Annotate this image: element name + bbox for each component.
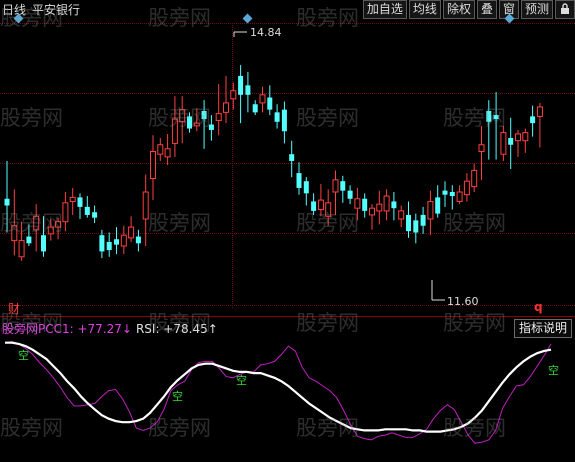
short-signal-marker: 空: [548, 364, 559, 377]
short-signal-marker: 空: [18, 349, 29, 362]
short-signal-marker: 空: [172, 390, 183, 403]
rsi-line[interactable]: [5, 341, 552, 433]
pcc1-line[interactable]: [4, 340, 552, 444]
short-signal-marker: 空: [236, 374, 247, 387]
indicator-chart[interactable]: [0, 0, 575, 462]
